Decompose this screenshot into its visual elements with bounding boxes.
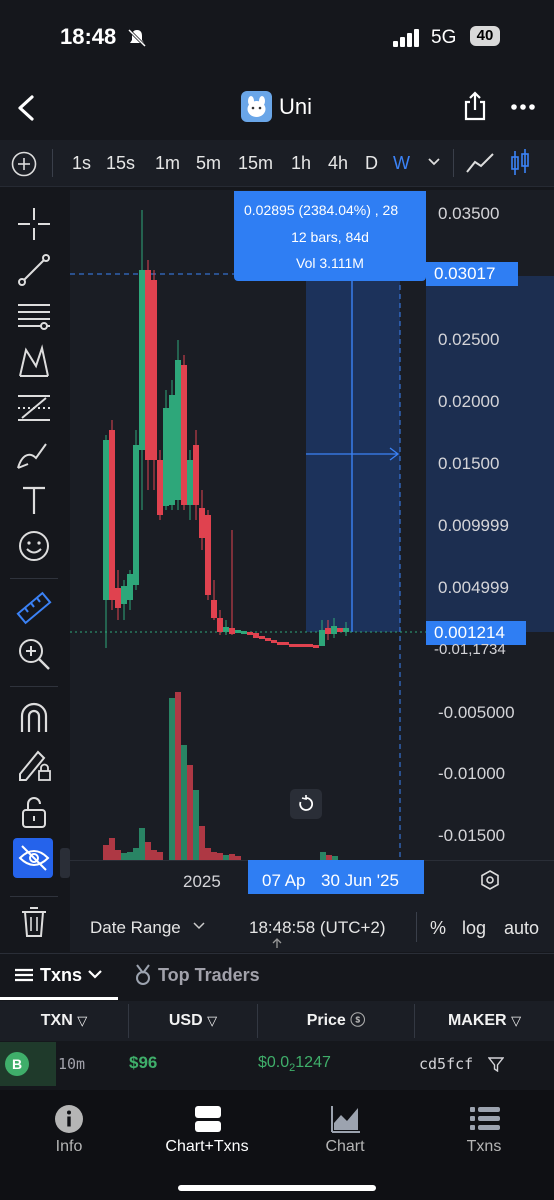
token-logo-icon	[241, 91, 272, 122]
tab-timeframe-d[interactable]: D	[365, 153, 378, 174]
unlock-icon[interactable]	[14, 792, 54, 832]
back-chevron-icon[interactable]	[14, 94, 38, 122]
range-end-date: 30 Jun '25	[321, 871, 399, 890]
txn-price: $0.021247	[258, 1054, 331, 1075]
filter-icon: ▽	[511, 1013, 522, 1028]
eye-off-icon	[18, 845, 50, 871]
chevron-down-icon	[193, 922, 205, 930]
price-axis-label: 0.01500	[438, 454, 500, 473]
mute-bell-icon	[127, 28, 147, 48]
trash-icon[interactable]	[14, 902, 54, 942]
toolbar-collapse-handle[interactable]	[60, 848, 70, 878]
reset-icon	[299, 795, 314, 811]
percent-toggle[interactable]: %	[430, 918, 446, 939]
nav-chart[interactable]: Chart	[276, 1138, 414, 1156]
tab-indicator	[0, 997, 118, 1000]
filter-icon: ▽	[77, 1013, 88, 1028]
brush-icon[interactable]	[14, 434, 54, 474]
col-txn[interactable]: TXN ▽	[0, 1001, 128, 1041]
price-axis-label: -0.01500	[438, 826, 506, 845]
page-title: Uni	[279, 94, 313, 119]
battery-indicator: 40	[470, 26, 500, 46]
tab-timeframe-w[interactable]: W	[393, 153, 410, 174]
txn-age: 10m	[58, 1055, 86, 1073]
chevron-down-icon[interactable]	[88, 970, 102, 980]
tooltip-volume: Vol 3.111M	[296, 255, 364, 271]
nav-txns[interactable]: Txns	[415, 1138, 553, 1156]
axis-year: 2025	[183, 872, 221, 891]
clock-timezone[interactable]: 18:48:58 (UTC+2)	[249, 918, 386, 938]
txn-usd: $96	[129, 1053, 158, 1072]
tab-top-traders[interactable]: Top Traders	[158, 965, 260, 986]
price-axis-label: 0.03500	[438, 204, 500, 223]
candlestick-icon[interactable]	[509, 148, 531, 178]
filter-icon: ▽	[207, 1013, 218, 1028]
txn-maker[interactable]: cd5fcf	[419, 1055, 473, 1073]
medal-icon	[136, 964, 150, 985]
tab-timeframe-1m[interactable]: 1m	[155, 153, 180, 174]
signal-icon	[393, 29, 419, 47]
tab-timeframe-15m[interactable]: 15m	[238, 153, 273, 174]
home-indicator	[178, 1185, 376, 1191]
buy-badge: B	[5, 1052, 29, 1076]
nav-chart-txns[interactable]: Chart+Txns	[138, 1138, 276, 1156]
col-usd[interactable]: USD ▽	[129, 1001, 257, 1041]
chevron-down-icon[interactable]	[427, 157, 441, 167]
tab-timeframe-1h[interactable]: 1h	[291, 153, 311, 174]
col-price[interactable]: Price ⓢ	[258, 1001, 414, 1041]
col-maker[interactable]: MAKER ▽	[415, 1001, 554, 1041]
tab-timeframe-5m[interactable]: 5m	[196, 153, 221, 174]
chart-txns-icon	[195, 1106, 221, 1132]
chart-icon	[331, 1106, 360, 1133]
price-axis-label: -0.01000	[438, 764, 506, 783]
currency-icon: ⓢ	[350, 1012, 366, 1029]
pattern-tool-icon[interactable]	[14, 342, 54, 382]
tooltip-bars: 12 bars, 84d	[291, 229, 369, 245]
more-options-icon[interactable]	[511, 103, 535, 111]
ruler-icon[interactable]	[14, 588, 54, 628]
info-icon	[55, 1105, 83, 1133]
lower-tabs	[0, 953, 554, 1002]
list-icon	[15, 968, 33, 982]
add-indicator-icon[interactable]	[11, 151, 37, 177]
crosshair-icon[interactable]	[14, 204, 54, 244]
nav-info[interactable]: Info	[0, 1138, 138, 1156]
price-axis-label: 0.02500	[438, 330, 500, 349]
line-chart-icon[interactable]	[465, 151, 495, 175]
tab-timeframe-4h[interactable]: 4h	[328, 153, 348, 174]
lock-drawing-icon[interactable]	[14, 744, 54, 784]
fib-retracement-icon[interactable]	[14, 388, 54, 428]
share-icon[interactable]	[463, 91, 487, 121]
parallel-lines-icon[interactable]	[14, 296, 54, 336]
tab-txns[interactable]: Txns	[40, 965, 82, 986]
log-toggle[interactable]: log	[462, 918, 486, 939]
zoom-in-icon[interactable]	[14, 634, 54, 674]
date-range-button[interactable]: Date Range	[90, 918, 181, 938]
auto-toggle[interactable]: auto	[504, 918, 539, 939]
range-start-date: 07 Ap	[262, 871, 306, 890]
price-axis-label: 0.004999	[438, 578, 509, 597]
partial-axis-label: -0.01,1734	[434, 641, 506, 658]
emoji-icon[interactable]	[14, 526, 54, 566]
tooltip-change: 0.02895 (2384.04%) , 28	[244, 202, 399, 218]
status-time: 18:48	[60, 24, 117, 49]
volume-bars	[103, 692, 338, 860]
tab-timeframe-1s[interactable]: 1s	[72, 153, 91, 174]
text-tool-icon[interactable]	[14, 480, 54, 520]
measure-price-label: 0.03017	[426, 262, 518, 286]
price-axis-label: 0.009999	[438, 516, 509, 535]
settings-hexagon-icon[interactable]	[480, 870, 500, 890]
price-axis-label: -0.005000	[438, 703, 515, 722]
price-axis-label: 0.02000	[438, 392, 500, 411]
tab-timeframe-15s[interactable]: 15s	[106, 153, 135, 174]
trend-line-icon[interactable]	[14, 250, 54, 290]
filter-icon[interactable]	[488, 1057, 504, 1072]
magnet-icon[interactable]	[14, 698, 54, 738]
list-icon	[470, 1107, 500, 1130]
network-label: 5G	[431, 27, 457, 48]
